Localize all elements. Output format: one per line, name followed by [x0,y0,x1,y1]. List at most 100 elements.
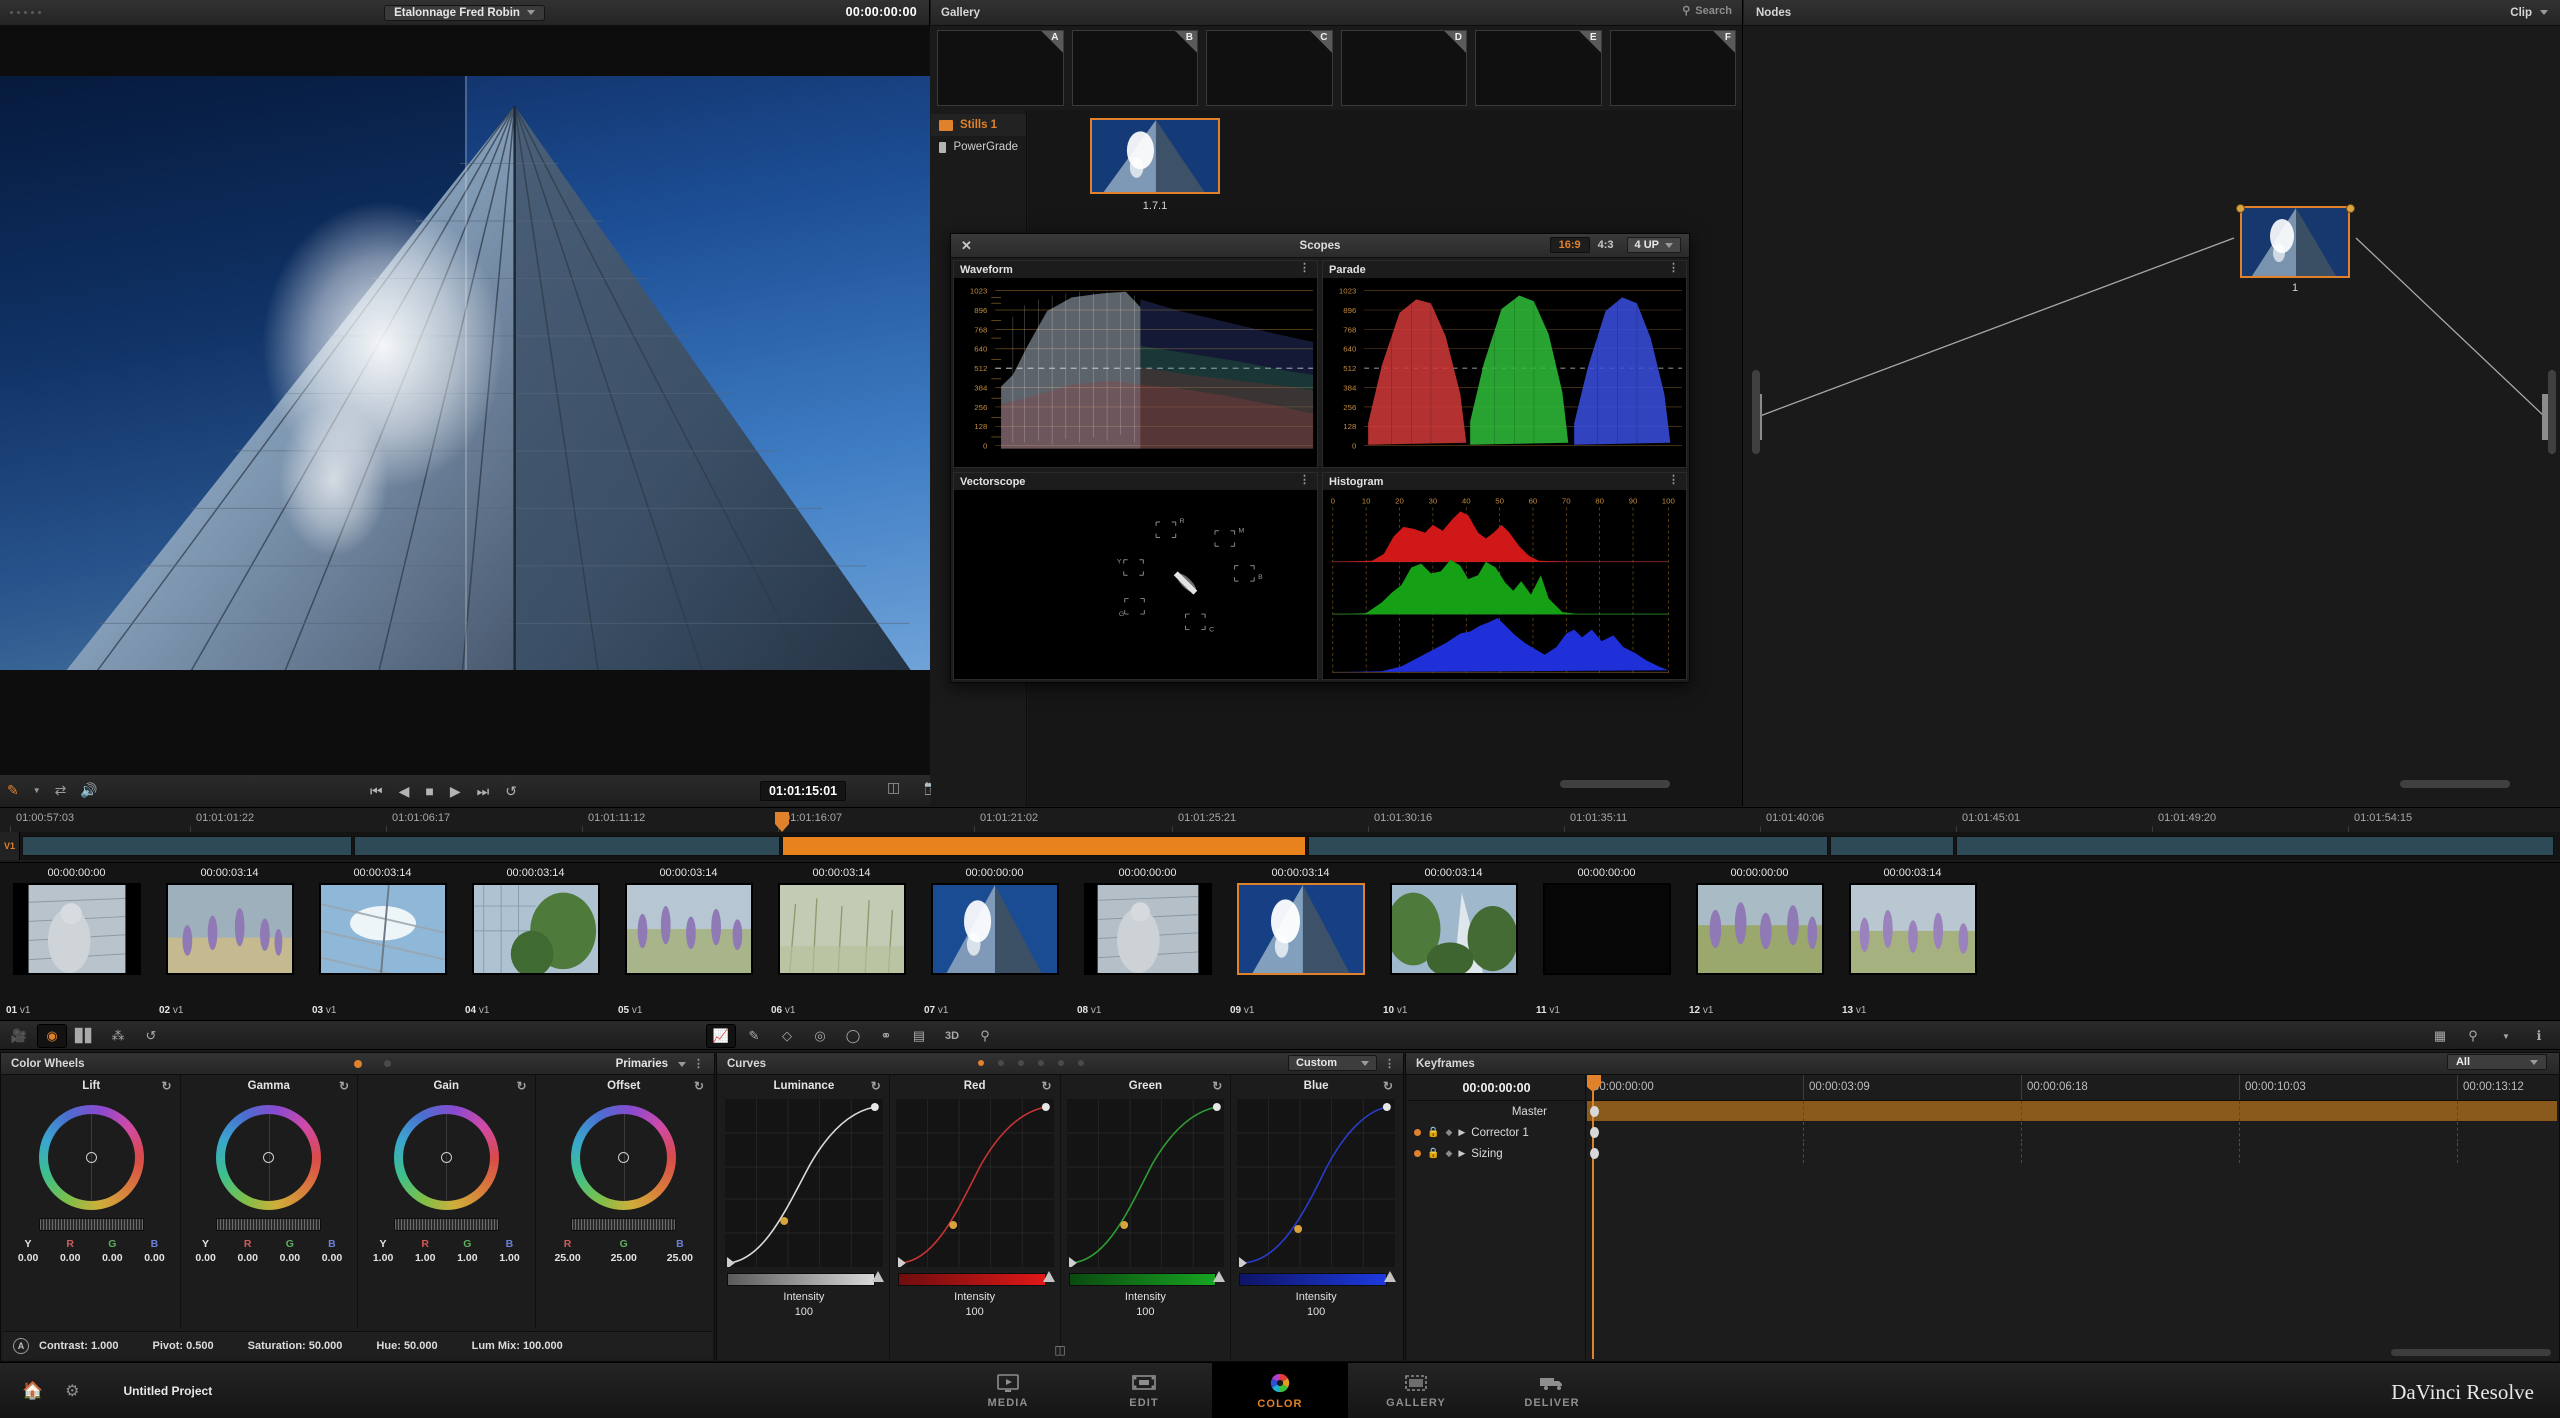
green-intensity-slider[interactable] [1068,1273,1217,1286]
keyframe-diamond-icon[interactable]: ◆ [1445,1148,1452,1159]
channel-value[interactable]: 0.00 [18,1252,38,1264]
channel-value[interactable]: 25.00 [554,1252,580,1264]
channel-value[interactable]: 0.00 [195,1252,215,1264]
clip-thumbnail[interactable] [1542,883,1671,975]
play-icon[interactable]: ▶ [450,783,461,800]
gear-icon[interactable]: ⚙ [65,1381,79,1401]
play-reverse-icon[interactable]: ◀ [399,783,410,800]
gain-color-wheel[interactable] [393,1105,499,1210]
ratio-16-9-button[interactable]: 16:9 [1549,237,1590,253]
magnifier-icon[interactable]: ⚲ [2458,1024,2488,1048]
timeline-clip[interactable] [1956,836,2554,856]
filmstrip-clip-10[interactable]: 00:00:03:14 10 v1 [1377,863,1530,1020]
playhead-timecode[interactable]: 01:01:15:01 [760,781,847,801]
gallery-slot[interactable]: A [937,30,1064,106]
lock-icon[interactable]: 🔒 [1427,1127,1439,1138]
slider-handle[interactable] [1042,1271,1055,1282]
page-gallery[interactable]: GALLERY [1348,1363,1484,1418]
timeline-clip[interactable] [1830,836,1954,856]
nodes-horizontal-scrollbar[interactable] [2400,780,2510,788]
filmstrip-clip-11[interactable]: 00:00:00:00 11 v1 [1530,863,1683,1020]
blue-curve-graph[interactable] [1237,1099,1395,1267]
scope-parade[interactable]: Parade ⋮ 1023 896 768 640 512 384 256 128 0 [1322,260,1687,468]
keyframes-ruler[interactable]: 00:00:00:00 00:00:03:09 00:00:06:18 00:0… [1587,1075,2557,1101]
reset-icon[interactable]: ↻ [1041,1079,1051,1093]
stereo-3d-icon[interactable]: 3D [937,1024,967,1048]
gallery-folder-powergrade[interactable]: PowerGrade [931,136,1026,158]
gallery-search[interactable]: ⚲ Search [1682,4,1732,18]
keyframes-row-corrector-1[interactable] [1587,1122,2557,1143]
nodes-mode-dropdown[interactable]: Clip [2510,7,2548,19]
keyframe-diamond-icon[interactable]: ◆ [1445,1127,1452,1138]
search-input[interactable]: Search [1695,5,1732,17]
keyframes-timecode[interactable]: 00:00:00:00 [1408,1075,1585,1101]
node-graph-canvas[interactable]: 1 [1744,26,2560,806]
wheel-handle[interactable] [263,1152,275,1163]
filmstrip-clip-05[interactable]: 00:00:03:14 05 v1 [612,863,765,1020]
gain-master-slider[interactable] [393,1218,499,1231]
contrast-control[interactable]: Contrast: 1.000 [39,1340,118,1352]
filmstrip-clip-02[interactable]: 00:00:03:14 02 v1 [153,863,306,1020]
timeline-track-v1[interactable]: V1 [0,832,2560,860]
keyframes-playhead[interactable] [1587,1075,1601,1359]
chevron-down-icon[interactable] [678,1062,686,1067]
hue-control[interactable]: Hue: 50.000 [376,1340,437,1352]
node-input-port[interactable] [2236,204,2245,213]
blur-icon[interactable]: ◯ [838,1024,868,1048]
reset-icon[interactable]: ↻ [1383,1079,1393,1093]
slider-handle[interactable] [1384,1271,1396,1282]
gallery-still-thumbnail[interactable] [1090,118,1220,194]
channel-value[interactable]: 1.00 [457,1252,477,1264]
clip-thumbnail[interactable] [777,883,906,975]
node-output-port[interactable] [2346,204,2355,213]
gallery-horizontal-scrollbar[interactable] [1560,780,1670,788]
gamma-master-slider[interactable] [216,1218,322,1231]
wheels-page-dot[interactable] [383,1060,391,1067]
channel-value[interactable]: 0.00 [237,1252,257,1264]
skip-to-end-icon[interactable]: ⏭ [477,783,490,800]
gallery-slot[interactable]: D [1340,30,1467,106]
clip-thumbnail[interactable] [318,883,447,975]
timeline-playhead[interactable] [775,812,789,832]
wheels-page-dot-active[interactable] [353,1059,362,1068]
curves-footer-icon[interactable]: ◫ [1054,1343,1065,1357]
red-intensity-slider[interactable] [897,1273,1046,1286]
luminance-intensity-slider[interactable] [727,1273,875,1286]
reset-icon[interactable]: ↻ [1212,1079,1222,1093]
reset-icon[interactable]: ↻ [694,1079,704,1093]
filmstrip-clip-09[interactable]: 00:00:03:14 09 v1 [1224,863,1377,1020]
grid-icon[interactable]: ▦ [2425,1024,2455,1048]
lum-mix-control[interactable]: Lum Mix: 100.000 [472,1340,563,1352]
scope-waveform[interactable]: Waveform ⋮ 1023 896 768 640 512 384 256 128 … [953,260,1318,468]
kebab-menu-icon[interactable]: ⋮ [693,1057,704,1070]
gallery-slot[interactable]: F [1609,30,1736,106]
scope-vectorscope[interactable]: Vectorscope ⋮ R M Y B G C [953,472,1318,680]
chevron-down-icon[interactable]: ▼ [26,786,48,795]
clip-thumbnail[interactable] [930,883,1059,975]
timeline-name-dropdown[interactable]: Etalonnage Fred Robin [384,4,545,21]
gallery-slot[interactable]: E [1475,30,1602,106]
channel-value[interactable]: 0.00 [322,1252,342,1264]
curves-icon[interactable]: ↺ [136,1024,166,1048]
rgb-mixer-icon[interactable]: ▊▋ [70,1024,100,1048]
sizing-icon[interactable]: ▤ [904,1024,934,1048]
gallery-slot[interactable]: C [1206,30,1333,106]
keyframes-row-sizing[interactable] [1587,1143,2557,1164]
page-color[interactable]: COLOR [1212,1363,1348,1418]
curves-tool-icon[interactable]: 📈 [706,1024,736,1048]
channel-value[interactable]: 1.00 [415,1252,435,1264]
filmstrip-clip-12[interactable]: 00:00:00:00 12 v1 [1683,863,1836,1020]
enable-dot-icon[interactable] [1414,1150,1421,1157]
filmstrip-clip-08[interactable]: 00:00:00:00 08 v1 [1071,863,1224,1020]
slider-handle[interactable] [871,1271,884,1282]
tracker-icon[interactable]: ◎ [805,1024,835,1048]
kebab-menu-icon[interactable]: ⋮ [1384,1057,1395,1070]
lift-master-slider[interactable] [38,1218,144,1231]
scope-histogram[interactable]: Histogram ⋮ 0 10 20 30 40 50 60 70 80 90 100 [1322,472,1687,680]
split-screen-icon[interactable]: ◫ [880,779,907,796]
page-deliver[interactable]: DELIVER [1484,1363,1620,1418]
reset-icon[interactable]: ↻ [161,1079,171,1093]
filmstrip-clip-04[interactable]: 00:00:03:14 04 v1 [459,863,612,1020]
lift-color-wheel[interactable] [38,1105,144,1210]
intensity-value[interactable]: 100 [1231,1306,1401,1318]
